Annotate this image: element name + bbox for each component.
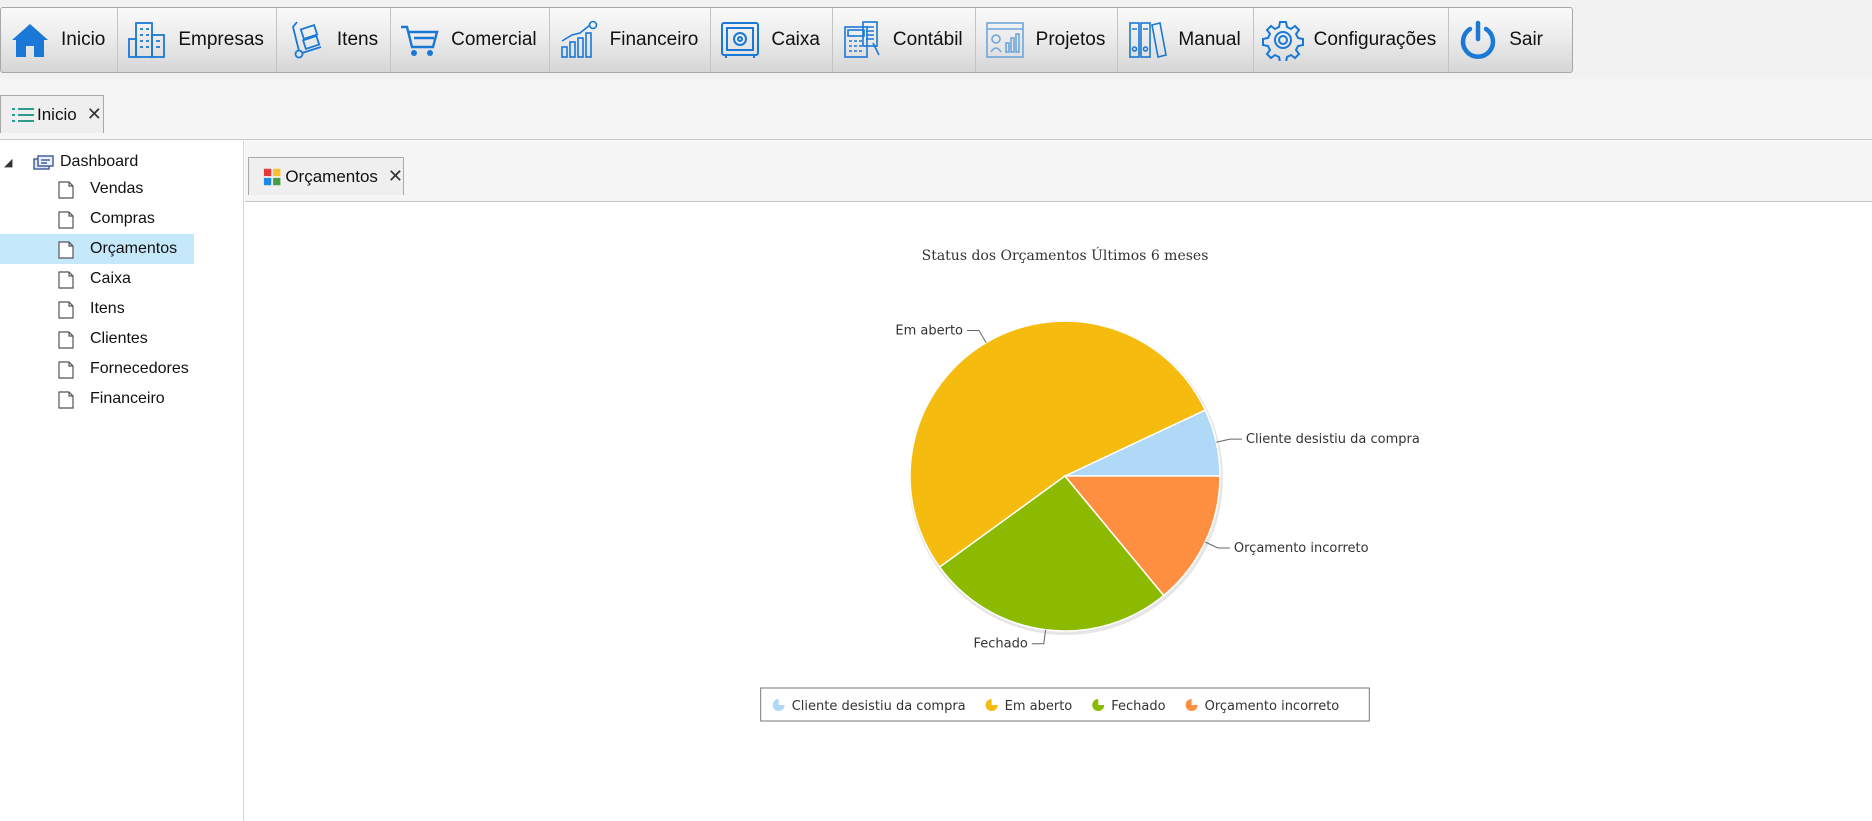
dashboard-tiles-icon	[263, 168, 281, 185]
tab-label: Inicio	[37, 104, 77, 124]
menu-label: Sair	[1509, 29, 1543, 50]
hand-truck-icon	[291, 21, 322, 59]
menu-configuracoes[interactable]: Configurações	[1254, 8, 1450, 72]
pie-label: Cliente desistiu da compra	[1246, 432, 1420, 447]
main-menubar: Inicio Empresas Itens Comercial Financei…	[0, 7, 1573, 73]
tree-label: Itens	[90, 300, 125, 317]
pie-label-connector	[967, 330, 987, 343]
tree-item-compras[interactable]: Compras	[0, 204, 194, 234]
pie-slices	[909, 320, 1223, 635]
bar-chart-icon	[560, 20, 597, 58]
legend-label[interactable]: Orçamento incorreto	[1205, 699, 1340, 714]
document-icon	[58, 181, 74, 199]
document-icon	[58, 211, 74, 229]
tree-item-clientes[interactable]: Clientes	[0, 324, 194, 354]
safe-icon	[721, 22, 760, 58]
menu-label: Projetos	[1035, 29, 1106, 50]
main-tabstrip	[0, 79, 1872, 140]
legend-label[interactable]: Cliente desistiu da compra	[792, 699, 966, 714]
binders-icon	[1129, 22, 1168, 58]
calculator-icon	[844, 21, 880, 58]
menu-label: Configurações	[1313, 29, 1437, 50]
menu-sair[interactable]: Sair	[1449, 8, 1555, 72]
tree-item-itens[interactable]: Itens	[0, 294, 194, 324]
close-icon[interactable]: ✕	[388, 166, 403, 187]
pie-label: Orçamento incorreto	[1234, 541, 1369, 556]
menu-financeiro[interactable]: Financeiro	[550, 8, 712, 72]
tree-item-financeiro[interactable]: Financeiro	[0, 384, 194, 414]
menu-label: Comercial	[451, 29, 537, 50]
tree-label: Financeiro	[90, 390, 165, 407]
tree-label: Vendas	[90, 180, 144, 197]
tree-label: Dashboard	[60, 153, 139, 170]
tree-label: Caixa	[90, 270, 131, 287]
document-icon	[58, 301, 74, 319]
sidebar-tree: ◢ Dashboard Vendas Compras Orçamentos Ca…	[0, 141, 244, 821]
menu-label: Itens	[336, 29, 379, 50]
power-icon	[1460, 20, 1496, 59]
menu-label: Contábil	[892, 29, 963, 50]
tree-item-fornecedores[interactable]: Fornecedores	[0, 354, 194, 384]
tree-item-caixa[interactable]: Caixa	[0, 264, 194, 294]
tab-inicio[interactable]: Inicio ✕	[0, 95, 104, 133]
tree-label: Compras	[90, 210, 155, 227]
menu-label: Empresas	[178, 29, 264, 50]
menu-manual[interactable]: Manual	[1118, 8, 1254, 72]
pie-label: Fechado	[973, 637, 1027, 652]
document-icon	[58, 241, 74, 259]
menu-label: Inicio	[61, 29, 106, 50]
tree-item-vendas[interactable]: Vendas	[0, 174, 194, 204]
document-icon	[58, 331, 74, 349]
buildings-icon	[128, 22, 166, 58]
tab-orcamentos[interactable]: Orçamentos ✕	[248, 157, 404, 195]
pie-label: Em aberto	[895, 324, 963, 339]
menu-caixa[interactable]: Caixa	[711, 8, 833, 72]
menu-label: Manual	[1178, 29, 1241, 50]
document-icon	[58, 361, 74, 379]
pie-label-connector	[1216, 438, 1242, 443]
tab-label: Orçamentos	[285, 166, 378, 186]
expander-icon[interactable]: ◢	[4, 156, 12, 169]
close-icon[interactable]: ✕	[87, 104, 102, 125]
chart-legend: Cliente desistiu da compra Em aberto Fecha…	[760, 687, 1370, 722]
orcamentos-pie-chart: Status dos Orçamentos Últimos 6 meses Cl…	[760, 246, 1420, 722]
menu-inicio[interactable]: Inicio	[1, 8, 119, 72]
document-icon	[58, 391, 74, 409]
home-icon	[12, 24, 48, 57]
legend-label[interactable]: Em aberto	[1005, 699, 1073, 714]
legend-label[interactable]: Fechado	[1111, 699, 1165, 714]
menu-comercial[interactable]: Comercial	[391, 8, 550, 72]
document-icon	[58, 271, 74, 289]
dashboard-icon	[33, 155, 54, 170]
project-board-icon	[985, 22, 1024, 58]
menu-empresas[interactable]: Empresas	[118, 8, 277, 72]
chart-title: Status dos Orçamentos Últimos 6 meses	[922, 246, 1209, 264]
menu-projetos[interactable]: Projetos	[976, 8, 1119, 72]
menu-itens[interactable]: Itens	[277, 8, 392, 72]
menu-contabil[interactable]: Contábil	[833, 8, 976, 72]
tree-item-orcamentos[interactable]: Orçamentos	[0, 234, 194, 264]
tree-label: Orçamentos	[90, 240, 178, 257]
menu-label: Financeiro	[609, 29, 699, 50]
content-tabstrip	[245, 141, 1872, 202]
tree-label: Clientes	[90, 330, 148, 347]
tree-label: Fornecedores	[90, 360, 189, 377]
list-icon	[12, 107, 34, 122]
shopping-cart-icon	[401, 25, 439, 56]
gear-icon	[1261, 21, 1304, 61]
menu-label: Caixa	[771, 29, 820, 50]
